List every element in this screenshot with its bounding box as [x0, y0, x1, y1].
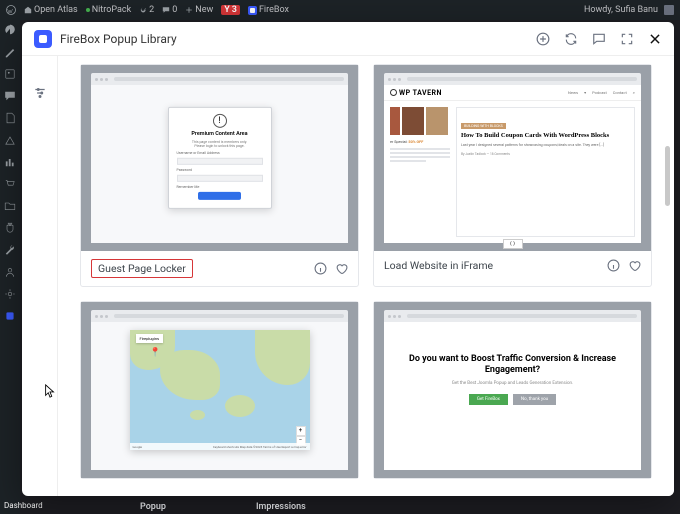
plugins-icon[interactable] [4, 222, 16, 234]
sidebar-dashboard-label[interactable]: Dashboard [4, 501, 43, 510]
modal-header: FireBox Popup Library [22, 22, 674, 56]
template-card[interactable]: Do you want to Boost Traffic Conversion … [373, 301, 652, 479]
users-icon[interactable] [4, 266, 16, 278]
templates-grid: ! Premium Content Area This page content… [58, 56, 674, 496]
search-icon: ⌕ [633, 90, 635, 95]
template-preview: Fireplugins 📍 +− GoogleKeyboard shortcut… [81, 302, 358, 478]
wp-logo-icon[interactable] [6, 5, 16, 15]
firebox-sidebar-icon[interactable] [4, 310, 16, 322]
fullscreen-icon[interactable] [620, 32, 634, 46]
modal-filter-sidebar [22, 56, 58, 496]
preview-cta-button: Get FireBox [469, 394, 508, 405]
preview-input [177, 158, 263, 165]
refresh-icon[interactable] [564, 32, 578, 46]
info-icon[interactable] [314, 262, 327, 275]
template-card[interactable]: ! Premium Content Area This page content… [80, 64, 359, 287]
template-preview: ! Premium Content Area This page content… [81, 65, 358, 251]
template-title: Guest Page Locker [91, 259, 193, 278]
wp-admin-sidebar: Dashboard [0, 20, 20, 514]
filters-icon[interactable] [33, 86, 47, 100]
dashboard-icon[interactable] [4, 24, 16, 36]
preview-login-button [198, 192, 241, 200]
yoast-badge[interactable]: Y 3 [221, 5, 240, 15]
map-pin-icon: 📍 [150, 348, 161, 358]
warning-icon: ! [213, 114, 227, 128]
folder-icon[interactable] [4, 200, 16, 212]
firebox-logo-icon [34, 30, 52, 48]
media-icon[interactable] [4, 68, 16, 80]
posts-icon[interactable] [4, 46, 16, 58]
site-link[interactable]: Open Atlas [24, 5, 78, 15]
preview-dismiss-button: No, thank you [513, 394, 556, 405]
preview-input [177, 175, 263, 182]
analytics-icon[interactable] [4, 156, 16, 168]
wp-admin-bar: Open Atlas NitroPack 2 0 New Y 3 FireBox… [0, 0, 680, 20]
template-card[interactable]: WPTAVERN News▾PodcastContact⌕ er Special… [373, 64, 652, 287]
appearance-icon[interactable] [4, 134, 16, 146]
cart-icon[interactable] [4, 178, 16, 190]
comments-icon[interactable] [4, 90, 16, 102]
settings-icon[interactable] [4, 288, 16, 300]
favorite-icon[interactable] [628, 259, 641, 272]
firebox-library-modal: FireBox Popup Library [22, 22, 674, 496]
info-icon[interactable] [607, 259, 620, 272]
background-table-headers: Popup Impressions [140, 502, 306, 512]
preview-headline: How To Build Coupon Cards With WordPress… [461, 132, 630, 140]
template-title: Load Website in iFrame [384, 259, 493, 272]
feedback-icon[interactable] [592, 32, 606, 46]
pager-icon: ⟨ ⟩ [503, 239, 523, 249]
preview-heading: Do you want to Boost Traffic Conversion … [402, 354, 623, 377]
greeting[interactable]: Howdy, Sufia Banu [584, 5, 674, 15]
favorite-icon[interactable] [335, 262, 348, 275]
firebox-top-link[interactable]: FireBox [248, 5, 289, 15]
pages-icon[interactable] [4, 112, 16, 124]
close-icon[interactable] [648, 32, 662, 46]
template-preview: Do you want to Boost Traffic Conversion … [374, 302, 651, 478]
comments-link[interactable]: 0 [162, 5, 177, 15]
updates-link[interactable]: 2 [139, 5, 154, 15]
preview-subtext: This page content is members only.Please… [192, 140, 247, 148]
template-card[interactable]: Fireplugins 📍 +− GoogleKeyboard shortcut… [80, 301, 359, 479]
tools-icon[interactable] [4, 244, 16, 256]
scrollbar-thumb[interactable] [665, 146, 670, 206]
map-marker-popup: Fireplugins [136, 334, 164, 343]
new-link[interactable]: New [185, 5, 213, 15]
template-preview: WPTAVERN News▾PodcastContact⌕ er Special… [374, 65, 651, 251]
preview-heading: Premium Content Area [191, 131, 247, 137]
nitropack-link[interactable]: NitroPack [86, 5, 131, 15]
modal-title: FireBox Popup Library [60, 32, 177, 46]
new-popup-icon[interactable] [536, 32, 550, 46]
